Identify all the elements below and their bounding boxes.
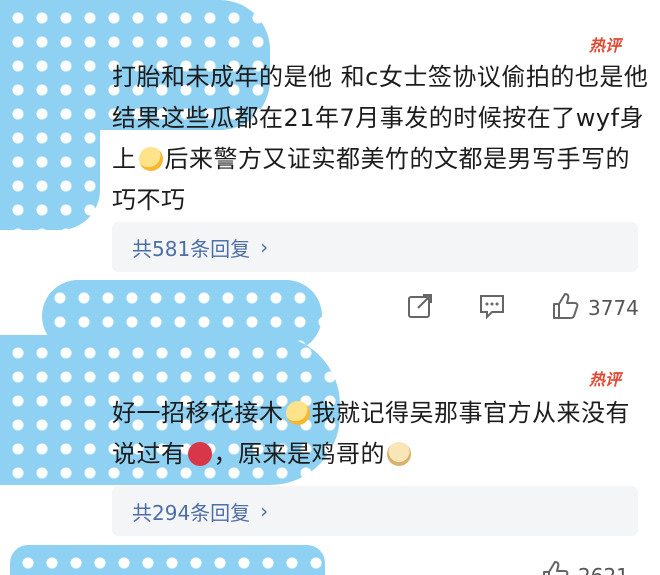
comment-text: 好一招移花接木 我就记得吴那事官方从来没有说过有 ，原来是鸡哥的	[112, 393, 652, 475]
comment-text-part: ，原来是鸡哥的	[213, 440, 385, 468]
like-count: 3774	[588, 296, 639, 320]
comment-text-part: 后来警方又证实都美竹的文都是男写手写的 巧不巧	[112, 145, 630, 214]
like-icon[interactable]	[540, 559, 570, 575]
like-icon[interactable]	[550, 291, 580, 325]
hot-comment-badge: 热评	[589, 370, 622, 389]
view-replies-link[interactable]: 共581条回复	[132, 233, 250, 262]
eighteen-icon	[187, 442, 212, 466]
comment-actions: 3774	[406, 288, 639, 328]
chevron-right-icon: ›	[260, 499, 269, 523]
yum-icon	[138, 147, 163, 171]
doge-icon	[387, 442, 411, 466]
view-replies-link[interactable]: 共294条回复	[132, 497, 250, 526]
chevron-right-icon: ›	[260, 235, 269, 259]
like-count: 2621	[578, 564, 629, 575]
reply-summary[interactable]: 共581条回复 ›	[112, 222, 638, 272]
comment-text: 打胎和未成年的是他 和c女士签协议偷拍的也是他 结果这些瓜都在21年7月事发的时…	[112, 57, 652, 221]
censored-avatar-1-lower	[0, 120, 100, 230]
censored-avatar-3	[10, 545, 325, 575]
comment-icon[interactable]	[478, 292, 506, 324]
comment-text-part: 好一招移花接木	[112, 399, 284, 427]
share-icon[interactable]	[406, 292, 434, 324]
reply-summary[interactable]: 共294条回复 ›	[112, 486, 638, 536]
comment-actions: 2621	[540, 556, 629, 575]
hot-comment-badge: 热评	[589, 36, 622, 55]
yum-icon	[285, 401, 310, 425]
